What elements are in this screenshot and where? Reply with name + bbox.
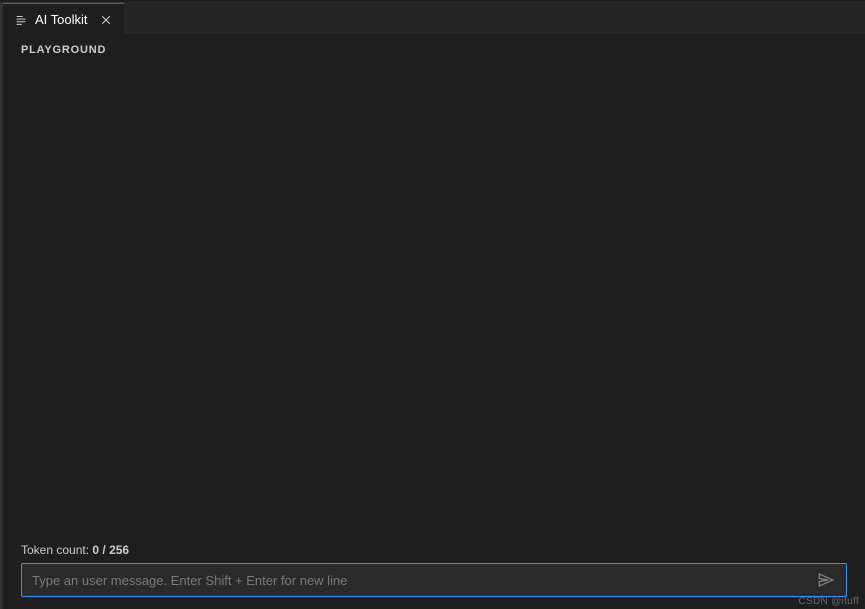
tab-ai-toolkit[interactable]: AI Toolkit — [3, 3, 124, 35]
tab-title: AI Toolkit — [35, 12, 88, 27]
send-button[interactable] — [812, 566, 840, 594]
document-icon — [13, 12, 29, 28]
close-icon[interactable] — [98, 12, 114, 28]
token-count: Token count: 0 / 256 — [21, 543, 847, 557]
section-header: PLAYGROUND — [3, 34, 865, 62]
chat-area — [3, 62, 865, 543]
tab-bar: AI Toolkit — [0, 2, 865, 34]
token-count-label: Token count: — [21, 543, 92, 557]
send-icon — [817, 571, 835, 589]
content-area: PLAYGROUND Token count: 0 / 256 — [0, 34, 865, 609]
token-count-value: 0 / 256 — [92, 543, 129, 557]
section-title: PLAYGROUND — [21, 44, 847, 56]
watermark: CSDN @ituff — [798, 596, 859, 607]
footer: Token count: 0 / 256 — [3, 543, 865, 609]
input-row — [21, 563, 847, 597]
message-input[interactable] — [32, 564, 812, 596]
